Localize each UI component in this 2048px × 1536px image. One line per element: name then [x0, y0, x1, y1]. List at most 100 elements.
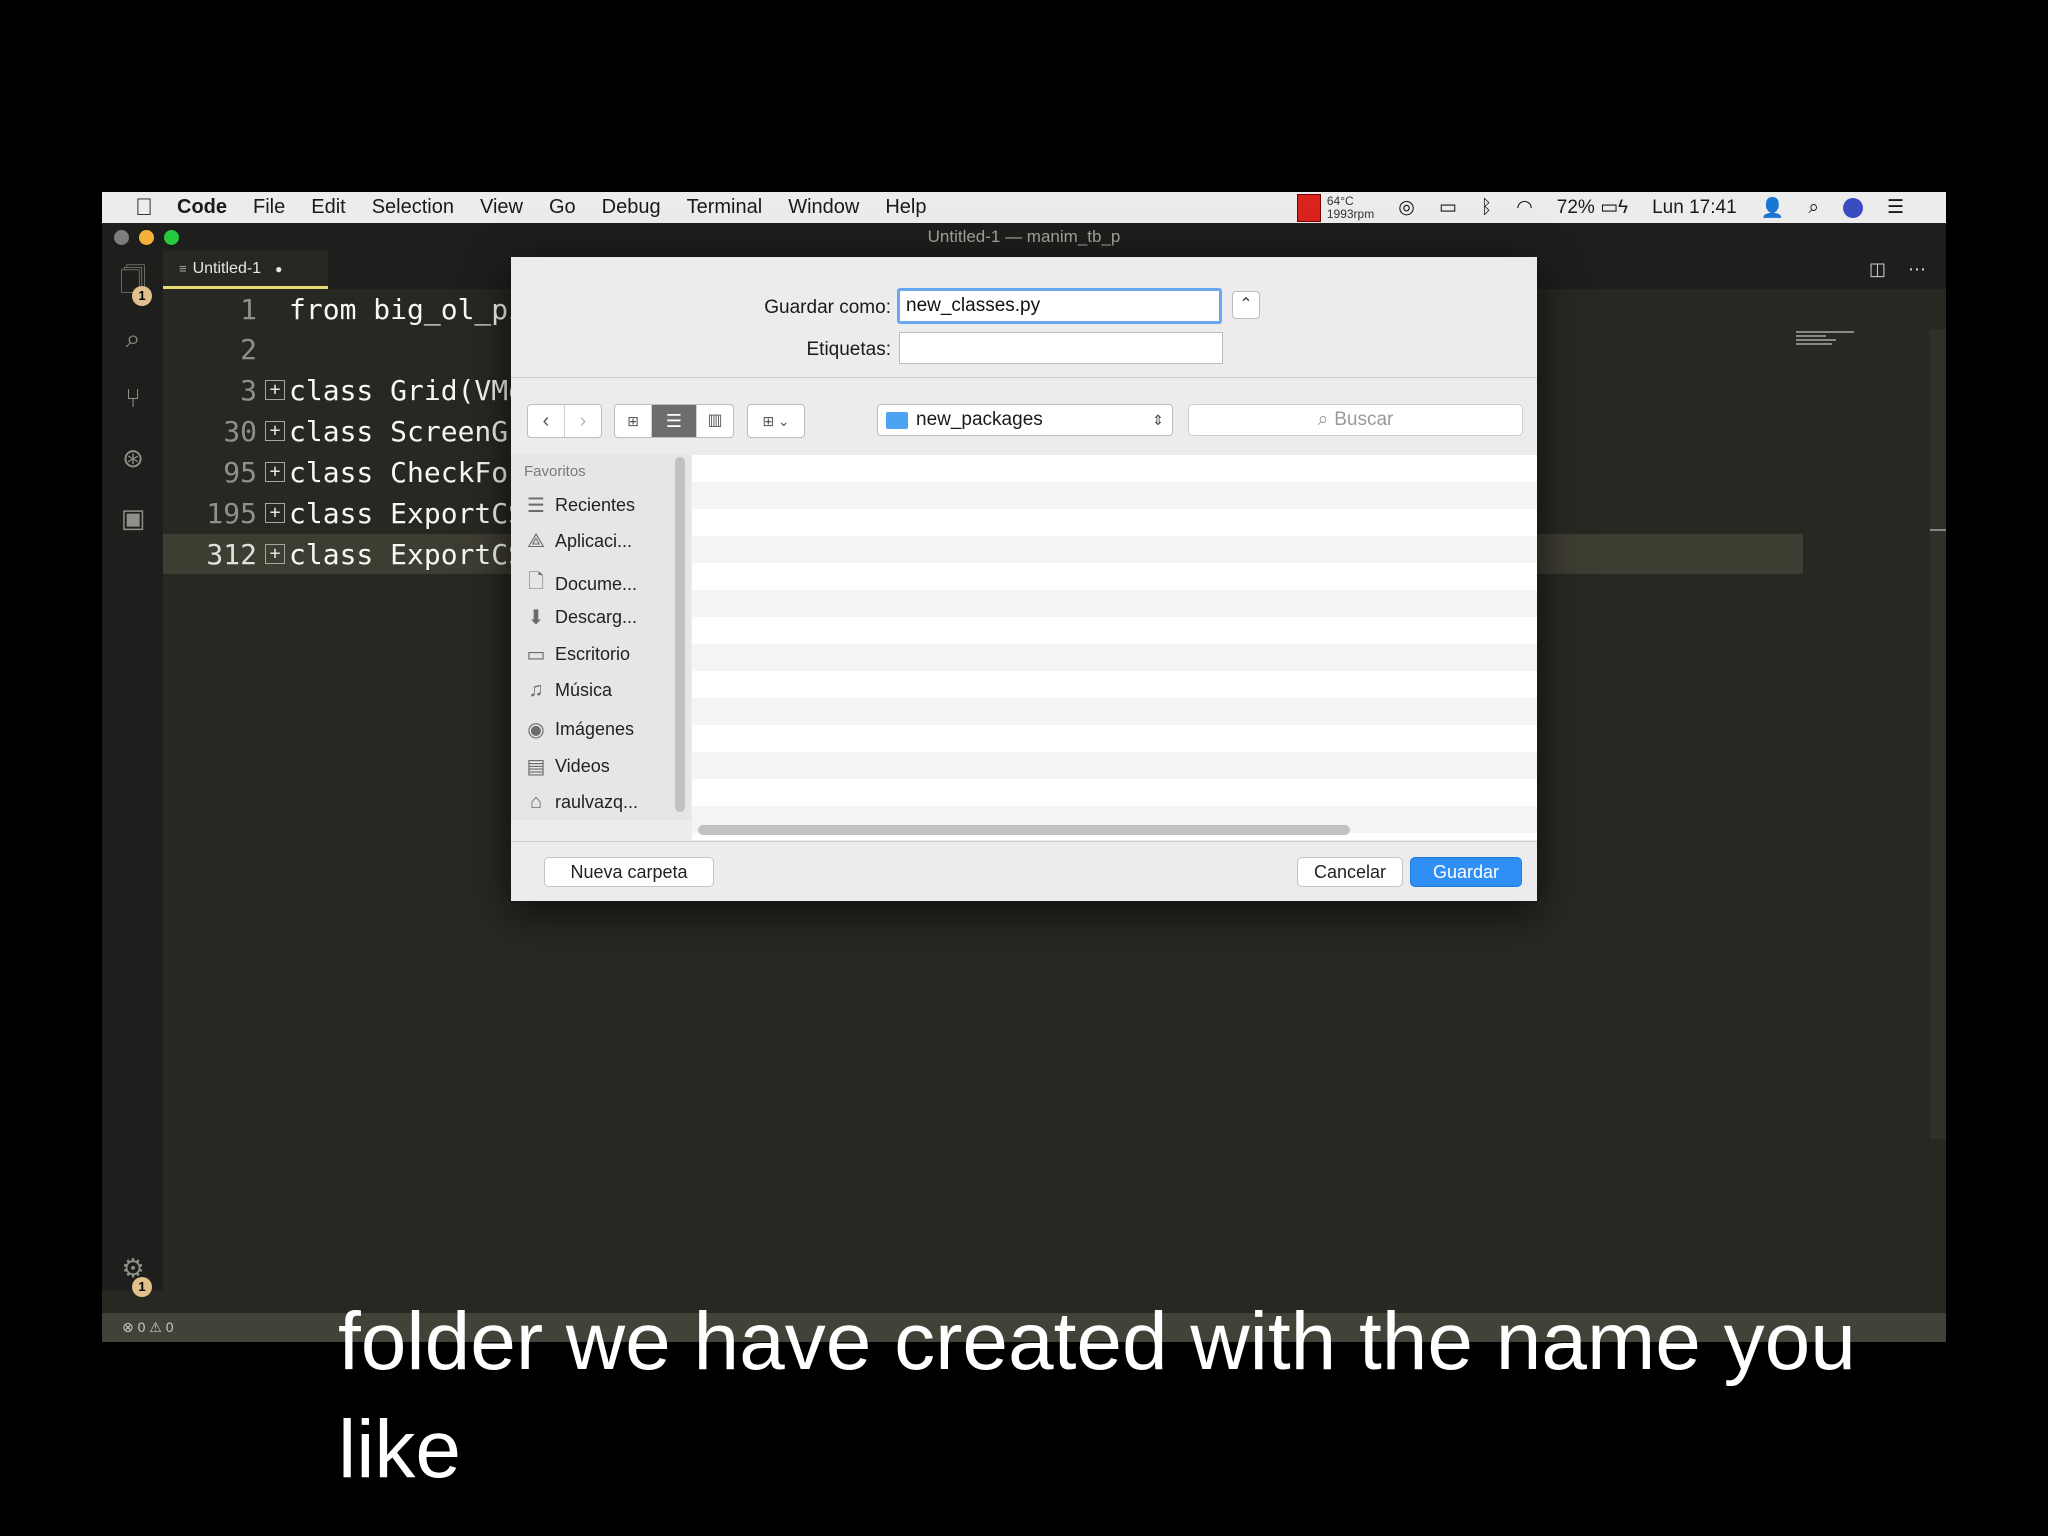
file-icon: ≡: [179, 261, 187, 276]
menu-help[interactable]: Help: [885, 196, 926, 219]
list-view-button[interactable]: ☰: [652, 405, 697, 437]
sidebar-item-aplicaciones[interactable]: ⟁ Aplicaci...: [525, 530, 632, 553]
fold-expand-icon[interactable]: +: [265, 380, 285, 400]
line-text: class ScreenGr: [289, 414, 526, 448]
user-icon[interactable]: 👤: [1761, 196, 1785, 220]
source-control-icon[interactable]: ⑂: [116, 381, 150, 415]
divider: [511, 841, 1537, 842]
sidebar-item-musica[interactable]: ♫ Música: [525, 679, 613, 702]
group-by-control: ⊞ ⌄: [747, 404, 805, 438]
sidebar-item-documentos[interactable]: 🗋 Docume...: [525, 567, 637, 601]
sidebar-item-videos[interactable]: ▤ Videos: [525, 754, 610, 779]
tags-input[interactable]: [899, 332, 1223, 364]
battery-status[interactable]: 72% ▭ϟ: [1557, 196, 1628, 219]
tab-untitled-1[interactable]: ≡ Untitled-1 ●: [163, 251, 328, 289]
notification-center-icon[interactable]: ☰: [1887, 196, 1904, 219]
window-controls: [114, 230, 179, 245]
problems-indicator[interactable]: ⊗ 0 ⚠ 0: [122, 1319, 174, 1336]
temperature-value: 64°C: [1326, 193, 1354, 208]
menu-app-name[interactable]: Code: [177, 196, 227, 219]
sidebar-item-label: Recientes: [555, 495, 636, 515]
menu-debug[interactable]: Debug: [602, 196, 661, 219]
sidebar-item-descargas[interactable]: ⬇ Descarg...: [525, 605, 637, 630]
save-as-label: Guardar como:: [764, 297, 891, 318]
sidebar-item-label: raulvazq...: [555, 792, 639, 812]
collapse-dialog-button[interactable]: ⌃: [1232, 291, 1260, 319]
line-number: 312: [206, 537, 257, 571]
sidebar-item-home[interactable]: ⌂ raulvazq...: [525, 791, 638, 814]
tags-label: Etiquetas:: [806, 339, 892, 360]
icon-view-button[interactable]: ⊞: [615, 405, 652, 437]
menu-window[interactable]: Window: [788, 196, 859, 219]
fold-expand-icon[interactable]: +: [265, 503, 285, 523]
forward-button[interactable]: ›: [565, 405, 601, 437]
unsaved-dot-icon[interactable]: ●: [275, 262, 282, 276]
chevron-up-icon: ⌃: [1239, 296, 1253, 313]
minimap[interactable]: [1796, 331, 1856, 351]
menu-view[interactable]: View: [480, 196, 523, 219]
sidebar-item-escritorio[interactable]: ▭ Escritorio: [525, 642, 630, 667]
tab-label: Untitled-1: [192, 259, 262, 277]
menu-extras: 64°C 1993rpm ◎ ▭ ᛒ ◠ 72% ▭ϟ Lun 17:41 👤 …: [1285, 193, 1946, 222]
menu-selection[interactable]: Selection: [372, 196, 454, 219]
caption-line-2: like: [338, 1404, 462, 1495]
sidebar-item-recientes[interactable]: ☰ Recientes: [525, 493, 635, 518]
activity-bar: 🗍 1 ⌕ ⑂ ⊛ ▣ ⚙ 1: [102, 251, 163, 1297]
file-list[interactable]: [692, 455, 1537, 840]
documents-icon: 🗋: [527, 571, 545, 593]
minimize-window-button[interactable]: [139, 230, 154, 245]
debug-icon[interactable]: ⊛: [116, 441, 150, 475]
siri-icon[interactable]: [1842, 197, 1863, 218]
file-list-scrollbar[interactable]: [698, 825, 1350, 835]
recents-icon: ☰: [527, 495, 545, 517]
new-folder-button[interactable]: Nueva carpeta: [544, 857, 714, 887]
menu-edit[interactable]: Edit: [311, 196, 345, 219]
close-window-button[interactable]: [114, 230, 129, 245]
editor-scrollbar[interactable]: [1930, 329, 1946, 1139]
sidebar-item-label: Escritorio: [555, 644, 631, 664]
line-number: 2: [240, 332, 257, 366]
menu-go[interactable]: Go: [549, 196, 576, 219]
back-button[interactable]: ‹: [528, 405, 565, 437]
save-button[interactable]: Guardar: [1410, 857, 1522, 887]
bluetooth-icon[interactable]: ᛒ: [1481, 197, 1492, 219]
creative-cloud-icon[interactable]: ◎: [1398, 196, 1415, 219]
column-view-button[interactable]: ▥: [697, 405, 733, 437]
menu-bar:  Code File Edit Selection View Go Debug…: [102, 192, 1946, 223]
battery-charging-icon: ▭ϟ: [1600, 197, 1629, 218]
search-field[interactable]: ⌕ Buscar: [1188, 404, 1523, 436]
movies-icon: ▤: [526, 756, 546, 778]
menu-terminal[interactable]: Terminal: [687, 196, 763, 219]
wifi-icon[interactable]: ◠: [1516, 196, 1533, 219]
search-icon[interactable]: ⌕: [116, 321, 150, 355]
extensions-icon[interactable]: ▣: [116, 501, 150, 535]
fold-expand-icon[interactable]: +: [265, 544, 285, 564]
fold-expand-icon[interactable]: +: [265, 462, 285, 482]
divider: [511, 377, 1537, 378]
menu-file[interactable]: File: [253, 196, 285, 219]
line-text: from big_ol_pi: [289, 292, 526, 326]
subtitle-caption: folder we have created with the name you…: [338, 1288, 2038, 1504]
line-text: class Grid(VMo: [289, 373, 526, 407]
clock[interactable]: Lun 17:41: [1652, 197, 1737, 219]
sidebar-scrollbar[interactable]: [675, 457, 685, 812]
sidebar-item-imagenes[interactable]: ◉ Imágenes: [525, 717, 634, 742]
filename-input[interactable]: [897, 288, 1222, 324]
split-editor-icon[interactable]: ◫: [1869, 259, 1886, 280]
sidebar-item-label: Imágenes: [555, 719, 635, 739]
spotlight-search-icon[interactable]: ⌕: [1808, 197, 1819, 219]
zoom-window-button[interactable]: [164, 230, 179, 245]
group-by-button[interactable]: ⊞ ⌄: [748, 405, 804, 437]
sidebar-item-label: Aplicaci...: [555, 531, 633, 551]
pictures-icon: ◉: [527, 719, 545, 741]
fold-expand-icon[interactable]: +: [265, 421, 285, 441]
temperature-monitor[interactable]: 64°C 1993rpm: [1296, 193, 1374, 222]
airplay-icon[interactable]: ▭: [1439, 196, 1457, 219]
more-actions-icon[interactable]: ⋯: [1908, 259, 1926, 280]
temperature-icon: [1296, 193, 1321, 222]
settings-badge: 1: [132, 1277, 152, 1297]
location-popup[interactable]: new_packages ⇕: [877, 404, 1173, 436]
sidebar-item-label: Música: [555, 680, 613, 700]
apple-logo-icon[interactable]: : [124, 194, 164, 222]
cancel-button[interactable]: Cancelar: [1297, 857, 1403, 887]
